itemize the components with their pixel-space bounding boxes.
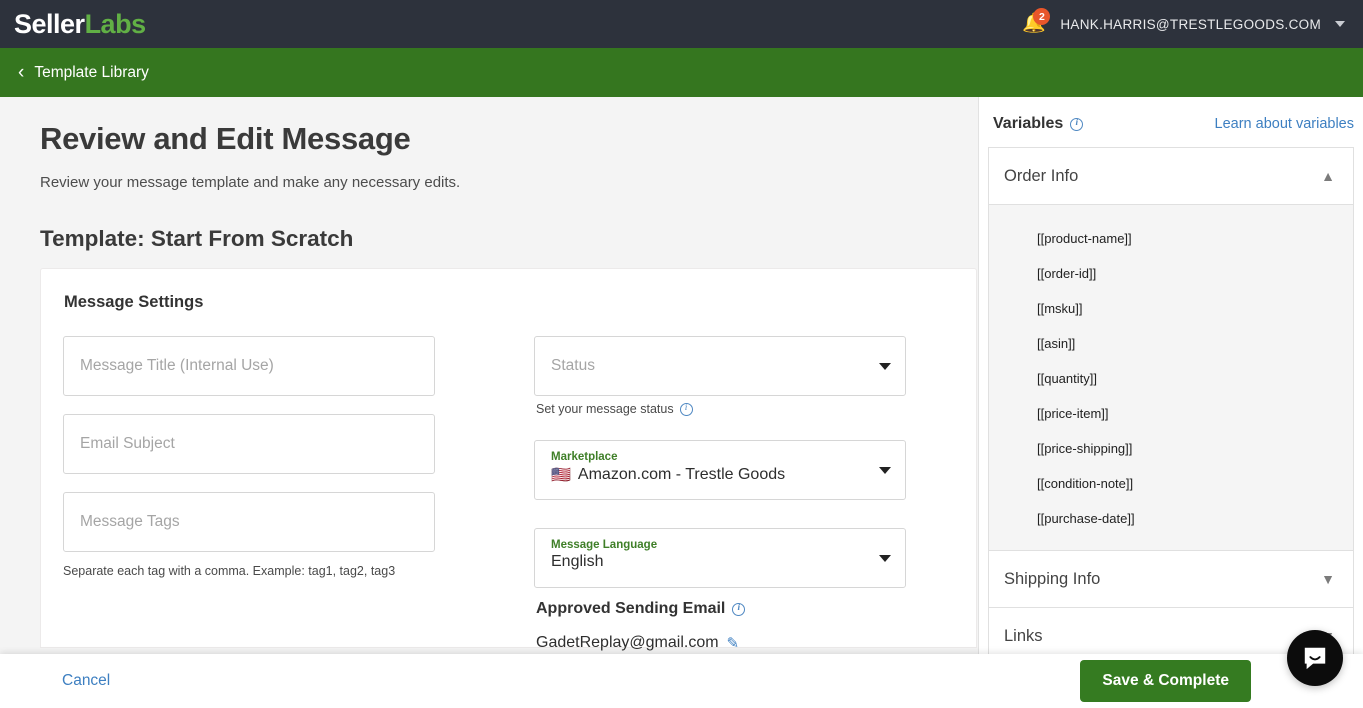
chevron-down-icon[interactable] (1335, 21, 1345, 27)
marketplace-select[interactable]: Marketplace 🇺🇸 Amazon.com - Trestle Good… (534, 440, 906, 500)
variable-item[interactable]: [[condition-note]] (989, 466, 1353, 501)
email-subject-placeholder: Email Subject (80, 435, 175, 452)
pencil-icon[interactable]: ✎ (727, 634, 740, 652)
variables-title-label: Variables (993, 115, 1064, 132)
variable-item[interactable]: [[purchase-date]] (989, 501, 1353, 536)
notification-badge: 2 (1033, 8, 1051, 25)
marketplace-value-text: Amazon.com - Trestle Goods (577, 466, 786, 483)
body-split: Review and Edit Message Review your mess… (0, 97, 1363, 708)
approved-sending-email-row: GadetReplay@gmail.com ✎ (536, 634, 934, 652)
learn-about-variables-link[interactable]: Learn about variables (1215, 116, 1354, 132)
accordion-label: Order Info (1004, 166, 1079, 185)
info-icon[interactable]: i (1070, 117, 1084, 131)
form-column-left: Message Title (Internal Use) Email Subje… (63, 336, 509, 652)
cancel-button[interactable]: Cancel (62, 672, 110, 690)
dropdown-arrow-icon (879, 555, 891, 562)
navbar-right-group: 🔔 2 HANK.HARRIS@TRESTLEGOODS.COM (1020, 8, 1345, 37)
accordion-body-order-info: [[product-name]] [[order-id]] [[msku]] [… (989, 205, 1353, 551)
message-settings-card: Message Settings Message Title (Internal… (40, 268, 977, 652)
variables-title: Variables i (993, 115, 1084, 133)
variables-accordion: Order Info ▲ [[product-name]] [[order-id… (988, 147, 1354, 665)
form-column-right: Status Set your message status i Marketp… (534, 336, 934, 652)
top-navbar: SellerLabs 🔔 2 HANK.HARRIS@TRESTLEGOODS.… (0, 0, 1363, 48)
accordion-label: Shipping Info (1004, 569, 1101, 588)
save-and-complete-button[interactable]: Save & Complete (1080, 660, 1251, 702)
intercom-chat-icon (1304, 647, 1326, 670)
notifications-button[interactable]: 🔔 2 (1020, 8, 1051, 37)
variable-item[interactable]: [[asin]] (989, 326, 1353, 361)
message-tags-helper-text: Separate each tag with a comma. Example:… (63, 564, 396, 578)
template-name-heading: Template: Start From Scratch (40, 226, 354, 251)
logo-text-labs: Labs (84, 8, 147, 39)
accordion-header-order-info[interactable]: Order Info ▲ (989, 148, 1353, 205)
logo-text-seller: Seller (14, 8, 85, 39)
variable-item[interactable]: [[price-shipping]] (989, 431, 1353, 466)
main-content-pane: Review and Edit Message Review your mess… (0, 97, 978, 708)
chevron-down-icon: ▼ (1321, 571, 1335, 587)
accordion-label: Links (1004, 626, 1043, 645)
approved-sending-email-label: Approved Sending Email (536, 600, 726, 617)
approved-sending-email-title: Approved Sending Email i (536, 600, 934, 618)
variables-pane: Variables i Learn about variables Order … (978, 97, 1363, 708)
message-title-input[interactable]: Message Title (Internal Use) (63, 336, 435, 396)
accordion-header-shipping-info[interactable]: Shipping Info ▼ (989, 551, 1353, 608)
variable-item[interactable]: [[order-id]] (989, 256, 1353, 291)
user-email-label[interactable]: HANK.HARRIS@TRESTLEGOODS.COM (1060, 17, 1321, 32)
footer-action-bar: Cancel Save & Complete (0, 654, 1363, 708)
approved-sending-email-value: GadetReplay@gmail.com (536, 634, 719, 651)
us-flag-icon: 🇺🇸 (551, 467, 571, 484)
breadcrumb-label: Template Library (34, 63, 149, 81)
back-to-template-library[interactable]: ‹ Template Library (0, 48, 1363, 97)
message-language-select[interactable]: Message Language English (534, 528, 906, 588)
message-tags-input[interactable]: Message Tags (63, 492, 435, 552)
variables-header: Variables i Learn about variables (979, 115, 1363, 133)
marketplace-label: Marketplace (551, 451, 618, 463)
app-root: SellerLabs 🔔 2 HANK.HARRIS@TRESTLEGOODS.… (0, 0, 1363, 708)
chevron-left-icon: ‹ (18, 62, 25, 83)
message-language-label: Message Language (551, 539, 658, 551)
sellerlabs-logo[interactable]: SellerLabs (14, 8, 147, 39)
variable-item[interactable]: [[price-item]] (989, 396, 1353, 431)
variable-item[interactable]: [[msku]] (989, 291, 1353, 326)
message-language-value: English (551, 553, 604, 570)
marketplace-value: 🇺🇸 Amazon.com - Trestle Goods (551, 465, 889, 485)
email-subject-input[interactable]: Email Subject (63, 414, 435, 474)
message-tags-placeholder: Message Tags (80, 513, 180, 530)
card-title: Message Settings (64, 293, 204, 311)
page-subtitle: Review your message template and make an… (40, 174, 461, 191)
status-helper-text: Set your message status i (536, 402, 934, 416)
variable-item[interactable]: [[product-name]] (989, 221, 1353, 256)
chevron-up-icon: ▲ (1321, 168, 1335, 184)
dropdown-arrow-icon (879, 467, 891, 474)
intercom-chat-button[interactable] (1287, 630, 1343, 686)
message-title-placeholder: Message Title (Internal Use) (80, 357, 274, 374)
info-icon[interactable]: i (732, 602, 746, 616)
status-placeholder: Status (551, 357, 595, 374)
status-select[interactable]: Status (534, 336, 906, 396)
page-title: Review and Edit Message (40, 121, 411, 156)
variable-item[interactable]: [[quantity]] (989, 361, 1353, 396)
status-helper-label: Set your message status (536, 402, 674, 416)
dropdown-arrow-icon (879, 363, 891, 370)
form-columns: Message Title (Internal Use) Email Subje… (63, 336, 954, 652)
info-icon[interactable]: i (679, 402, 693, 416)
